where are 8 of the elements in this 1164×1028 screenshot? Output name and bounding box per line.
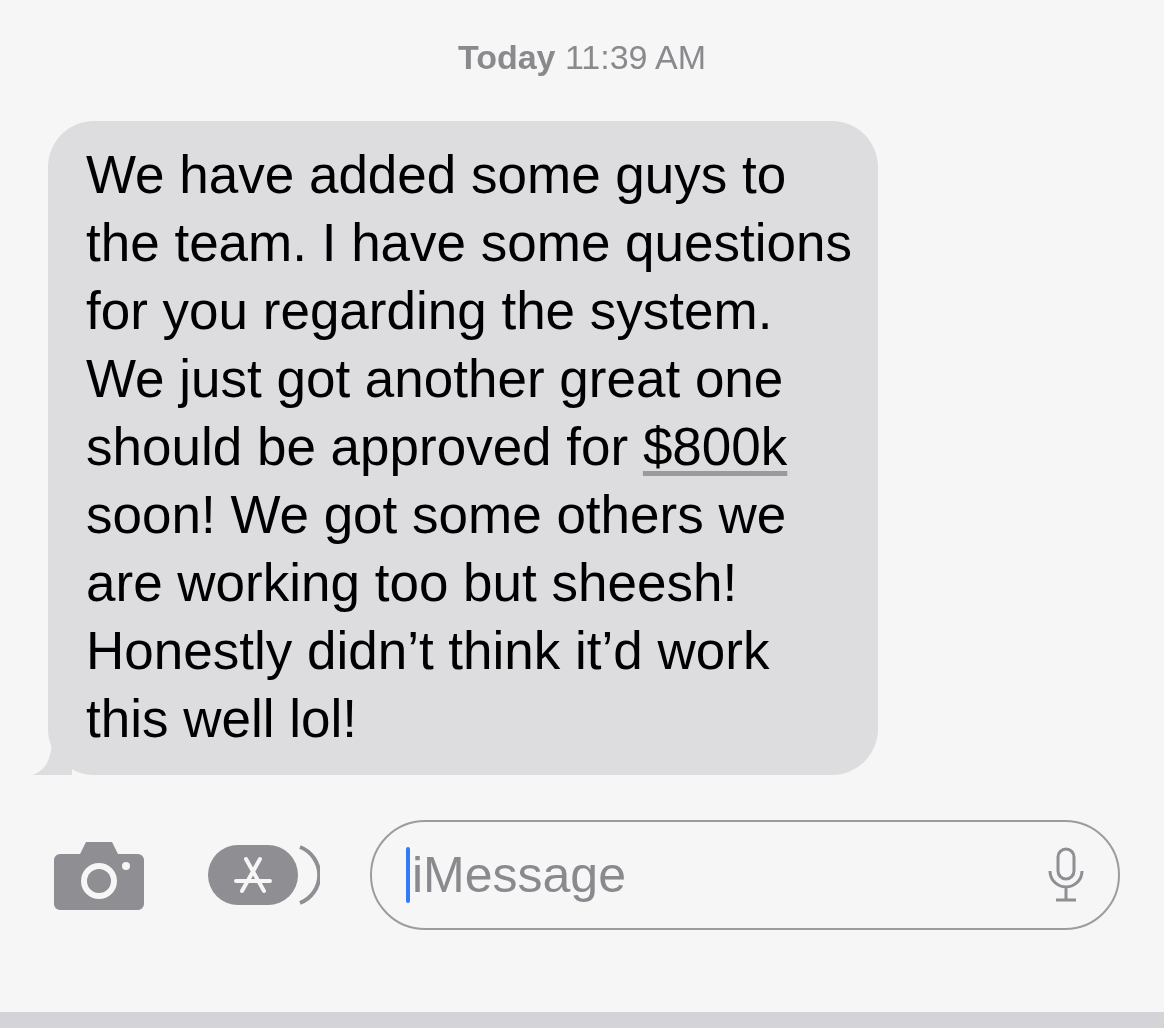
amount-link[interactable]: $800k <box>642 417 788 476</box>
text-cursor <box>406 847 410 903</box>
microphone-icon[interactable] <box>1046 845 1086 905</box>
timestamp: Today 11:39 AM <box>457 37 707 78</box>
camera-icon[interactable] <box>54 840 144 910</box>
message-input-field[interactable]: iMessage <box>370 820 1120 930</box>
message-text: We have added some guys to the team. I have some questions for you regarding the system. We just got another great one should be approved for $800k soon! We got some others we are working too but sheesh! Honestly didn’t think it’d work this well lol! <box>86 144 853 750</box>
app-store-icon[interactable] <box>208 843 320 907</box>
